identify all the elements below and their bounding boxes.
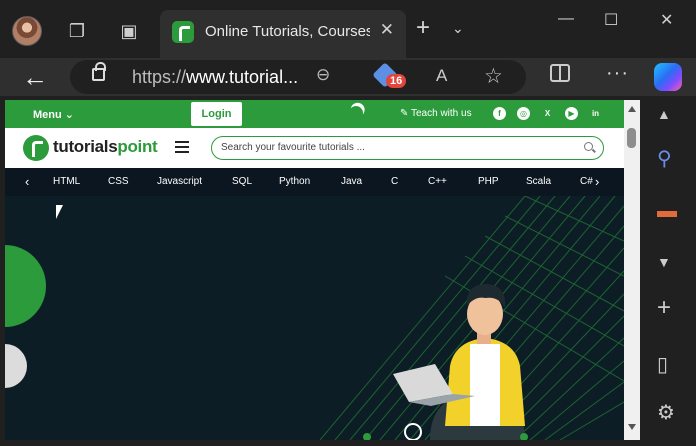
close-tab-icon[interactable]: ✕ [380,20,394,40]
sidebar-up-icon[interactable]: ▲ [657,106,671,122]
site-header: tutorialspoint Search your favourite tut… [5,128,624,168]
linkedin-icon[interactable]: in [589,107,602,120]
copilot-icon[interactable] [654,63,682,91]
workspaces-icon[interactable]: ❐ [64,18,90,44]
title-bar: ❐ ▣ Online Tutorials, Courses ✕ + ⌄ — ☐ … [0,0,696,58]
dark-mode-moon-icon[interactable] [346,103,365,122]
extension-badge: 16 [386,74,407,88]
page-scrollbar[interactable] [624,100,640,440]
new-tab-icon[interactable]: + [416,14,430,42]
lock-icon[interactable] [92,62,106,81]
category-css[interactable]: CSS [108,176,129,187]
login-button[interactable]: Login [191,102,242,126]
minimize-icon[interactable]: — [558,10,574,28]
add-sidebar-icon[interactable]: + [657,294,671,322]
search-icon[interactable] [584,142,593,151]
active-tab[interactable]: Online Tutorials, Courses ✕ [160,10,406,58]
read-aloud-icon[interactable]: A [436,66,447,86]
close-window-icon[interactable]: ✕ [660,10,673,30]
profile-avatar[interactable] [12,16,42,46]
url-text[interactable]: https://www.tutorial... [132,67,298,88]
tutorialspoint-favicon-icon [172,21,194,43]
web-page: Menu ⌄ Login ✎ Teach with us f ◎ X ▶ in … [5,100,624,440]
search-sidebar-icon[interactable]: ⚲ [657,146,672,171]
hamburger-menu-icon[interactable] [175,141,189,153]
category-csharp[interactable]: C# [580,176,593,187]
category-java[interactable]: Java [341,176,362,187]
scroll-down-icon[interactable] [628,424,636,430]
site-logo[interactable]: tutorialspoint [53,137,158,157]
logo-icon[interactable] [23,135,49,161]
hero-illustration [5,196,624,440]
back-arrow-icon[interactable]: ← [22,62,48,93]
navigation-bar: ← https://www.tutorial... ⊖ 16 A ☆ [0,58,696,96]
category-php[interactable]: PHP [478,176,499,187]
search-input[interactable]: Search your favourite tutorials ... [211,136,604,160]
menu-button[interactable]: Menu ⌄ [33,108,74,121]
settings-gear-icon[interactable]: ⚙ [657,400,675,425]
x-icon[interactable]: X [541,107,554,120]
browser-window: ❐ ▣ Online Tutorials, Courses ✕ + ⌄ — ☐ … [0,0,696,446]
split-screen-icon[interactable] [550,64,570,82]
tools-toolbox-icon[interactable]: ▬ [657,200,677,223]
zoom-out-icon[interactable]: ⊖ [316,65,330,85]
chevron-left-icon[interactable]: ‹ [25,174,29,189]
tab-title: Online Tutorials, Courses [205,23,370,40]
browser-sidebar: ▲ ⚲ ▬ ▼ + ▯ ⚙ [641,96,696,446]
teach-with-us-link[interactable]: ✎ Teach with us [400,108,472,119]
youtube-icon[interactable]: ▶ [565,107,578,120]
search-placeholder: Search your favourite tutorials ... [221,142,365,153]
category-javascript[interactable]: Javascript [157,176,202,187]
tab-actions-icon[interactable]: ▣ [116,18,142,44]
hero-banner [5,196,624,440]
category-scala[interactable]: Scala [526,176,551,187]
scroll-up-icon[interactable] [628,106,636,112]
chevron-right-icon[interactable]: › [595,174,599,189]
instagram-icon[interactable]: ◎ [517,107,530,120]
more-options-icon[interactable]: ··· [606,62,629,85]
category-c[interactable]: C [391,176,398,187]
chevron-down-icon[interactable]: ⌄ [452,20,464,37]
favorite-star-icon[interactable]: ☆ [484,64,503,89]
facebook-icon[interactable]: f [493,107,506,120]
category-nav: ‹ HTML CSS Javascript SQL Python Java C … [5,168,624,196]
category-cpp[interactable]: C++ [428,176,447,187]
site-top-bar: Menu ⌄ Login ✎ Teach with us f ◎ X ▶ in [5,100,624,128]
address-bar[interactable]: https://www.tutorial... ⊖ 16 A ☆ [70,60,526,94]
sidebar-down-icon[interactable]: ▼ [657,254,671,270]
category-python[interactable]: Python [279,176,310,187]
category-html[interactable]: HTML [53,176,80,187]
mouse-pointer-icon [56,205,63,219]
maximize-icon[interactable]: ☐ [604,10,618,30]
sidebar-toggle-icon[interactable]: ▯ [657,352,668,377]
scrollbar-thumb[interactable] [627,128,636,148]
category-sql[interactable]: SQL [232,176,252,187]
menu-label: Menu [33,109,62,121]
